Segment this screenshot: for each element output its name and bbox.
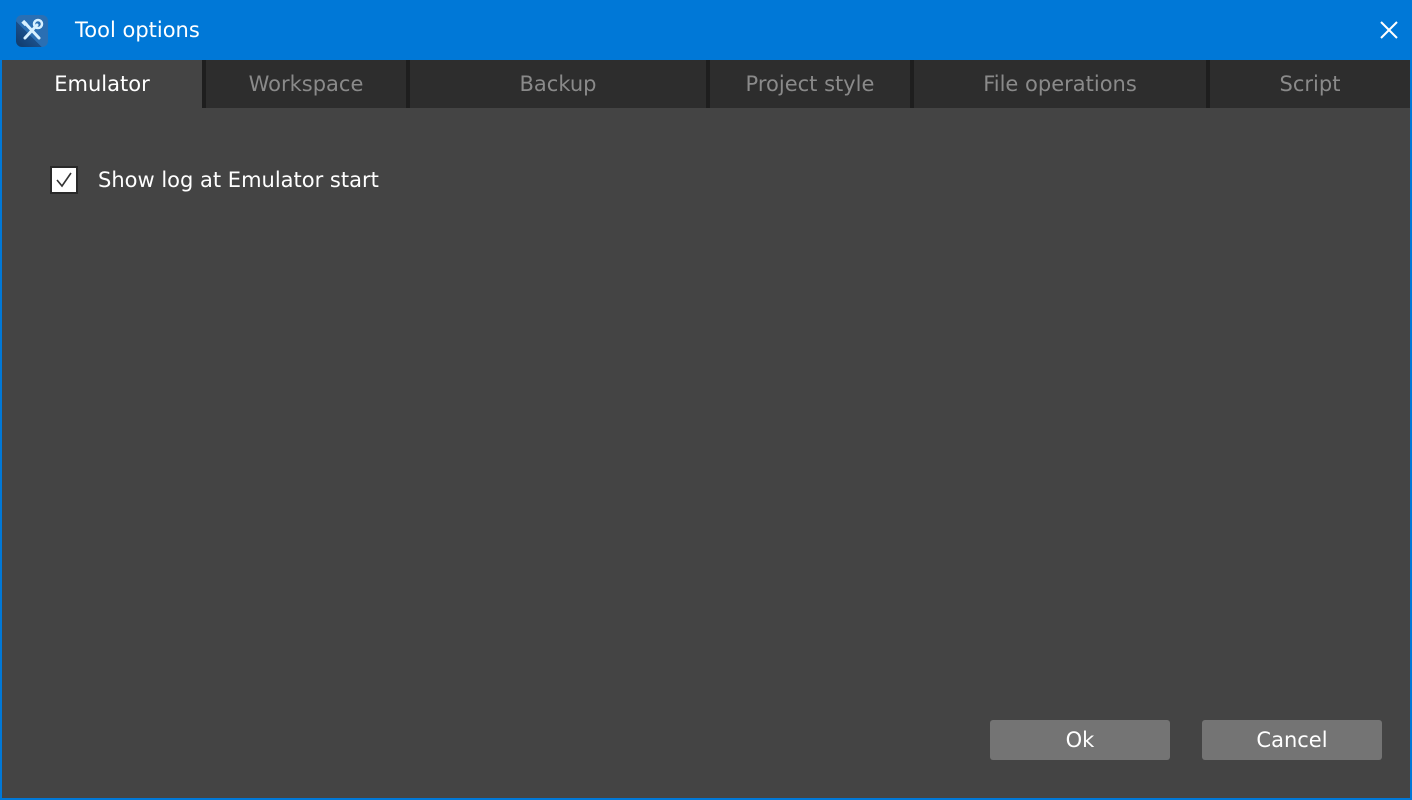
show-log-checkbox-label: Show log at Emulator start xyxy=(98,168,379,192)
window-title: Tool options xyxy=(75,18,200,42)
ok-button[interactable]: Ok xyxy=(990,720,1170,760)
tool-options-dialog: Tool options Emulator Workspace Backup P… xyxy=(0,0,1412,800)
close-icon xyxy=(1380,21,1398,39)
checkmark-icon xyxy=(56,172,72,188)
emulator-tab-panel: Show log at Emulator start Ok Cancel xyxy=(2,108,1410,798)
tab-project-style[interactable]: Project style xyxy=(710,60,910,108)
tab-bar: Emulator Workspace Backup Project style … xyxy=(2,60,1410,108)
tab-backup[interactable]: Backup xyxy=(410,60,706,108)
title-bar[interactable]: Tool options xyxy=(0,0,1412,60)
wrench-screwdriver-icon xyxy=(16,15,48,47)
tab-file-operations[interactable]: File operations xyxy=(914,60,1206,108)
dialog-body: Emulator Workspace Backup Project style … xyxy=(2,60,1410,798)
show-log-checkbox[interactable] xyxy=(50,166,78,194)
cancel-button[interactable]: Cancel xyxy=(1202,720,1382,760)
tab-script[interactable]: Script xyxy=(1210,60,1410,108)
close-button[interactable] xyxy=(1366,0,1412,60)
tab-workspace[interactable]: Workspace xyxy=(206,60,406,108)
tab-emulator[interactable]: Emulator xyxy=(2,60,202,108)
show-log-at-emulator-start-option[interactable]: Show log at Emulator start xyxy=(50,166,379,194)
